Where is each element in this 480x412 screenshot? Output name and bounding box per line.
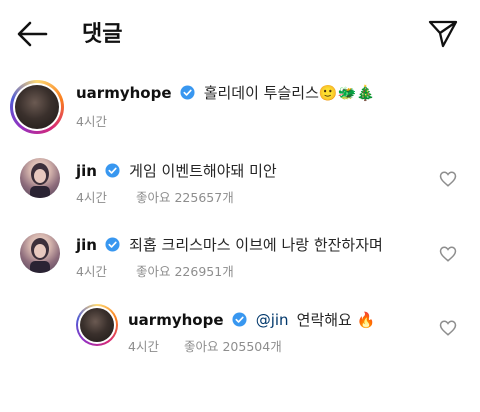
caption-time: 4시간 <box>76 114 107 129</box>
like-button[interactable] <box>439 245 457 263</box>
avatar[interactable] <box>20 158 60 198</box>
comment-username[interactable]: jin <box>76 236 97 254</box>
arrow-left-icon <box>17 21 48 47</box>
share-button[interactable] <box>426 16 460 50</box>
heart-outline-icon <box>439 246 457 262</box>
avatar[interactable] <box>10 80 64 134</box>
comment-time: 4시간 <box>76 264 107 279</box>
back-button[interactable] <box>14 18 50 50</box>
caption-text: 홀리데이 투슬리스🙂🐲🎄 <box>203 84 375 102</box>
heart-outline-icon <box>439 171 457 187</box>
verified-badge-icon <box>232 312 247 327</box>
reply-time: 4시간 <box>128 339 159 354</box>
like-button[interactable] <box>439 170 457 188</box>
paper-plane-icon <box>428 20 458 48</box>
comment-text: 게임 이벤트해야돼 미안 <box>129 162 277 180</box>
verified-badge-icon <box>105 237 120 252</box>
avatar-photo <box>30 163 50 198</box>
like-count-button[interactable]: 좋아요 205504개 <box>184 336 282 355</box>
avatar[interactable] <box>76 304 118 346</box>
comment-text: 죄홉 크리스마스 이브에 나랑 한잔하자며 <box>129 236 383 254</box>
reply-username[interactable]: uarmyhope <box>128 311 224 329</box>
page-title: 댓글 <box>82 22 123 47</box>
mention-link[interactable]: @jin <box>256 311 289 329</box>
like-count-button[interactable]: 좋아요 226951개 <box>136 261 234 280</box>
comment-time: 4시간 <box>76 190 107 205</box>
avatar-photo <box>30 238 50 273</box>
heart-outline-icon <box>439 320 457 336</box>
caption-username[interactable]: uarmyhope <box>76 84 172 102</box>
verified-badge-icon <box>105 163 120 178</box>
like-count-button[interactable]: 좋아요 225657개 <box>136 187 234 206</box>
comment-username[interactable]: jin <box>76 162 97 180</box>
reply-text: 연락해요 🔥 <box>296 311 376 329</box>
like-button[interactable] <box>439 319 457 337</box>
avatar[interactable] <box>20 233 60 273</box>
verified-badge-icon <box>180 85 195 100</box>
